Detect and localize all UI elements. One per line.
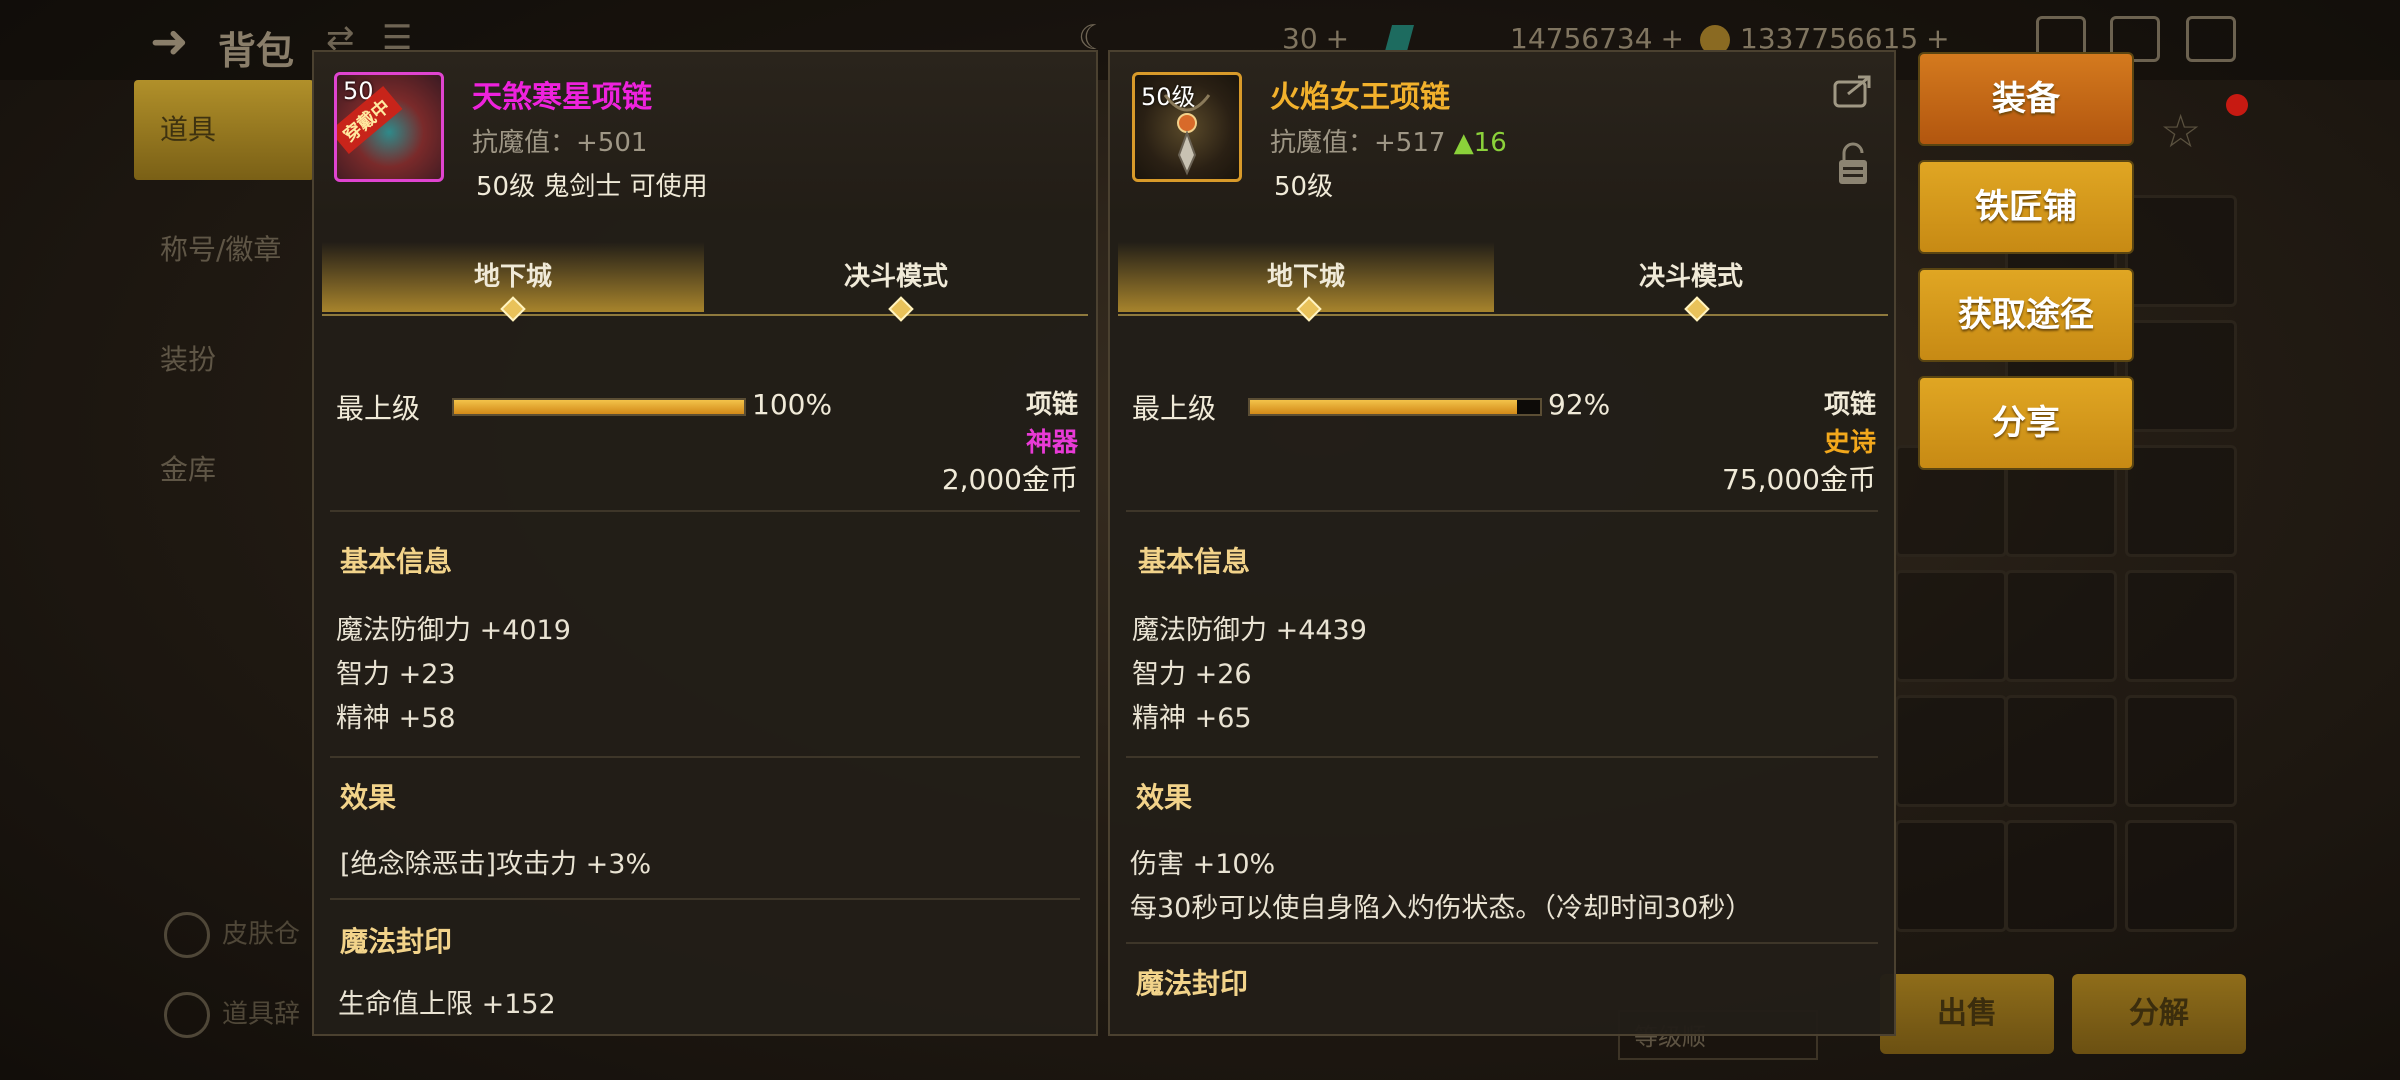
notification-dot: [2226, 94, 2248, 116]
item-price: 2,000金币: [941, 463, 1078, 496]
equipped-item-panel: 50 穿戴中 天煞寒星项链 抗魔值：+501 50级 鬼剑士 可使用 地下城 决…: [312, 50, 1098, 1036]
divider: [330, 898, 1080, 900]
bag-title: 背包: [218, 29, 295, 73]
divider: [1126, 510, 1878, 512]
effect-line: 伤害 +10%: [1130, 849, 1276, 880]
side-footer-skin[interactable]: 皮肤仓: [164, 912, 300, 958]
dictionary-icon: [164, 992, 210, 1038]
compare-item-panel: 50级 火焰女王项链 抗魔值：+517 ▲16 50级 地下城 决斗模式 最上级…: [1108, 50, 1896, 1036]
skin-icon: [164, 912, 210, 958]
effect-title: 效果: [340, 781, 397, 814]
item-rarity: 史诗: [1823, 428, 1876, 458]
chat-icon[interactable]: [2186, 16, 2236, 62]
back-arrow-icon[interactable]: ➜: [150, 14, 189, 68]
basic-info-title: 基本信息: [1138, 545, 1251, 578]
magic-seal-title: 魔法封印: [340, 925, 453, 958]
grade-bar: [452, 398, 746, 416]
inventory-slot[interactable]: [2005, 695, 2117, 807]
antimagic-value: 抗魔值：+517 ▲16: [1270, 128, 1507, 158]
effect-title: 效果: [1136, 781, 1193, 814]
divider: [1126, 942, 1878, 944]
inventory-slot[interactable]: [2125, 820, 2237, 932]
share-icon[interactable]: [1832, 72, 1874, 110]
usable-requirement: 50级: [1274, 172, 1334, 202]
effect-line: 每30秒可以使自身陷入灼伤状态。（冷却时间30秒）: [1130, 893, 1753, 924]
inventory-slot[interactable]: [2125, 695, 2237, 807]
grade-bar-fill: [454, 400, 744, 414]
stat-line: 魔法防御力 +4439: [1132, 615, 1367, 646]
divider: [1126, 756, 1878, 758]
grade-bar: [1248, 398, 1542, 416]
favorite-star-icon[interactable]: ☆: [2160, 104, 2201, 158]
antimagic-value: 抗魔值：+501: [472, 128, 648, 158]
inventory-slot[interactable]: [1895, 695, 2007, 807]
inventory-slot[interactable]: [2125, 320, 2237, 432]
item-name: 火焰女王项链: [1270, 80, 1450, 115]
usable-requirement: 50级 鬼剑士 可使用: [476, 172, 708, 202]
share-button[interactable]: 分享: [1918, 376, 2134, 470]
stat-line: 精神 +65: [1132, 703, 1252, 734]
inventory-slot[interactable]: [2005, 570, 2117, 682]
grade-percent: 92%: [1548, 388, 1611, 421]
inventory-slot[interactable]: [1895, 570, 2007, 682]
lock-icon[interactable]: [1836, 142, 1870, 186]
side-menu-item[interactable]: 金库: [134, 420, 314, 520]
mode-tabs: 地下城 决斗模式: [1118, 242, 1888, 322]
divider: [330, 510, 1080, 512]
grade-label: 最上级: [336, 392, 421, 425]
grade-label: 最上级: [1132, 392, 1217, 425]
item-icon[interactable]: 50级: [1132, 72, 1242, 182]
side-menu-item[interactable]: 称号/徽章: [134, 200, 314, 300]
item-type: 项链: [1025, 390, 1078, 420]
stat-line: 魔法防御力 +4019: [336, 615, 571, 646]
inventory-slot[interactable]: [1895, 820, 2007, 932]
grade-percent: 100%: [752, 388, 833, 421]
magic-seal-title: 魔法封印: [1136, 967, 1249, 1000]
stat-line: 智力 +23: [336, 659, 456, 690]
side-menu-item[interactable]: 装扮: [134, 310, 314, 410]
stat-line: 智力 +26: [1132, 659, 1252, 690]
necklace-icon: [1163, 94, 1211, 176]
basic-info-title: 基本信息: [340, 545, 453, 578]
disassemble-button[interactable]: 分解: [2072, 974, 2246, 1054]
divider: [330, 756, 1080, 758]
equip-button[interactable]: 装备: [1918, 52, 2134, 146]
grade-bar-fill: [1250, 400, 1517, 414]
inventory-slot[interactable]: [2125, 570, 2237, 682]
stat-line: 精神 +58: [336, 703, 456, 734]
sell-button[interactable]: 出售: [1880, 974, 2054, 1054]
seal-line: 生命值上限 +152: [338, 989, 556, 1020]
inventory-slot[interactable]: [2125, 445, 2237, 557]
obtain-route-button[interactable]: 获取途径: [1918, 268, 2134, 362]
side-footer-dictionary[interactable]: 道具辞: [164, 992, 300, 1038]
side-menu-item[interactable]: 道具: [134, 80, 314, 180]
item-name: 天煞寒星项链: [472, 80, 652, 115]
item-type: 项链: [1823, 390, 1876, 420]
effect-line: [绝念除恶击]攻击力 +3%: [340, 849, 652, 880]
item-icon[interactable]: 50 穿戴中: [334, 72, 444, 182]
inventory-slot[interactable]: [2125, 195, 2237, 307]
item-price: 75,000金币: [1722, 463, 1876, 496]
mode-tabs: 地下城 决斗模式: [322, 242, 1088, 322]
item-rarity: 神器: [1025, 428, 1078, 458]
antimagic-delta: ▲16: [1453, 128, 1507, 158]
blacksmith-button[interactable]: 铁匠铺: [1918, 160, 2134, 254]
inventory-slot[interactable]: [2005, 820, 2117, 932]
